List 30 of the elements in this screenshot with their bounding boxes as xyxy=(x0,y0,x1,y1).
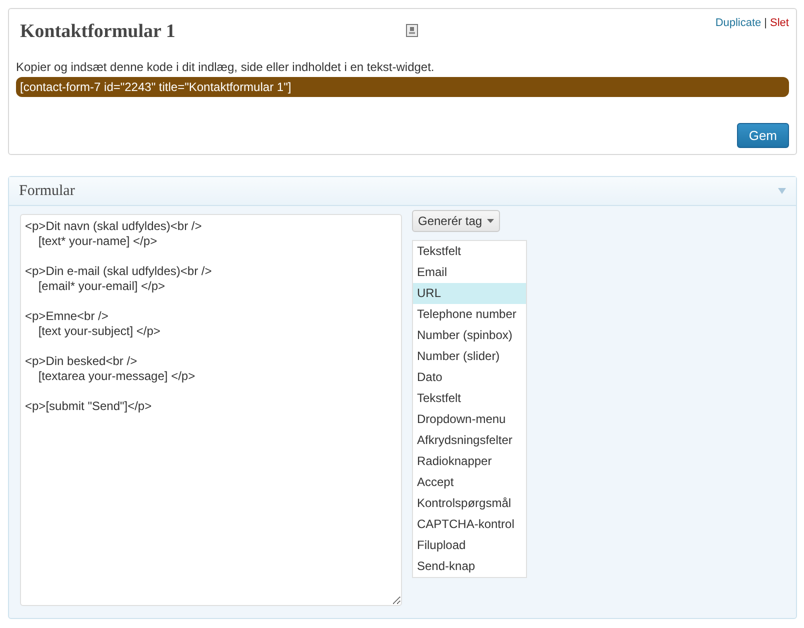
menu-item[interactable]: Kontrolspørgsmål xyxy=(413,493,526,514)
form-title: Kontaktformular 1 xyxy=(20,21,176,43)
caret-icon xyxy=(487,219,494,223)
generate-tag-button[interactable]: Generér tag xyxy=(412,210,500,232)
delete-link[interactable]: Slet xyxy=(770,17,789,29)
menu-item[interactable]: Send-knap xyxy=(413,556,526,577)
menu-item[interactable]: Email xyxy=(413,262,526,283)
menu-item[interactable]: Tekstfelt xyxy=(413,388,526,409)
code-field[interactable]: <p>Dit navn (skal udfyldes)<br /> [text* your-name] </p> <p>Din e-mail (skal udfyldes)<br /> [email* your-email] </p> <p>Emne<br /> [text your-subject] </p> <p>Din besked<br /> [textarea your-message] </p> <p>[submit "Send"]</p> xyxy=(20,214,402,606)
menu-item[interactable]: Telephone number xyxy=(413,304,526,325)
save-button[interactable]: Gem xyxy=(736,123,789,148)
panel-title: Formular xyxy=(19,182,75,200)
menu-item[interactable]: Dropdown-menu xyxy=(413,409,526,430)
menu-item[interactable]: Number (slider) xyxy=(413,346,526,367)
menu-item[interactable]: Afkrydsningsfelter xyxy=(413,430,526,451)
menu-item[interactable]: Dato xyxy=(413,367,526,388)
collapse-arrow-icon[interactable] xyxy=(778,188,786,194)
separator: | xyxy=(764,17,768,29)
instructions-text: Kopier og indsæt denne kode i dit indlæg, side eller indholdet i en tekst-widget. xyxy=(16,60,436,74)
menu-item[interactable]: Tekstfelt xyxy=(413,241,526,262)
menu-item[interactable]: CAPTCHA-kontrol xyxy=(413,514,526,535)
document-icon xyxy=(406,24,418,37)
menu-item[interactable]: Number (spinbox) xyxy=(413,325,526,346)
shortcode-field[interactable]: [contact-form-7 id="2243" title="Kontaktformular 1"] xyxy=(16,77,789,97)
menu-item[interactable]: Accept xyxy=(413,472,526,493)
menu-item[interactable]: Radioknapper xyxy=(413,451,526,472)
duplicate-link[interactable]: Duplicate xyxy=(715,17,762,29)
panel-header[interactable]: Formular xyxy=(9,177,796,206)
menu-item[interactable]: URL xyxy=(413,283,526,304)
menu-item[interactable]: Filupload xyxy=(413,535,526,556)
